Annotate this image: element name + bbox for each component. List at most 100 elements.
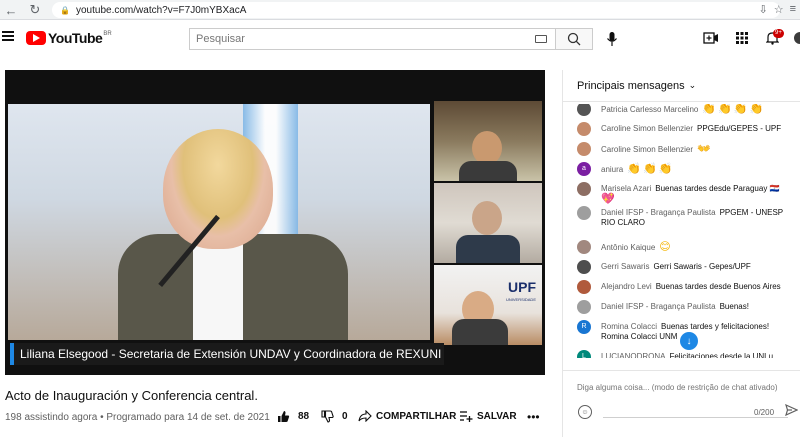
chat-message-body: aniura 👏👏👏 bbox=[601, 164, 674, 176]
chat-text: Buenas tardes desde Buenos Aires bbox=[655, 282, 781, 291]
chat-author[interactable]: Daniel IFSP - Bragança Paulista bbox=[601, 302, 716, 311]
avatar[interactable] bbox=[577, 142, 591, 156]
chat-message[interactable]: Daniel IFSP - Bragança Paulista PPGEM - U… bbox=[577, 206, 787, 228]
chat-mode-selector[interactable]: Principais mensagens ⌄ bbox=[563, 70, 800, 102]
youtube-logo[interactable]: YouTube BR bbox=[26, 30, 112, 46]
speaker-shirt bbox=[193, 234, 243, 340]
avatar[interactable] bbox=[577, 182, 591, 196]
live-chat-panel: Principais mensagens ⌄ Patricia Carlesso… bbox=[562, 70, 800, 437]
chat-message[interactable]: Marisela Azari Buenas tardes desde Paragu… bbox=[577, 182, 787, 205]
chat-author[interactable]: LUCIANODRONA bbox=[601, 352, 665, 358]
speaker-caption: Liliana Elsegood - Secretaria de Extensi… bbox=[10, 343, 444, 365]
chat-author[interactable]: Caroline Simon Bellenzier bbox=[601, 145, 693, 154]
voice-search-button[interactable] bbox=[604, 30, 620, 48]
youtube-play-icon bbox=[26, 31, 46, 45]
char-count: 0/200 bbox=[754, 408, 775, 417]
chat-message[interactable]: Caroline Simon Bellenzier PPGEdu/GEPES - … bbox=[577, 122, 787, 136]
menu-icon[interactable] bbox=[2, 31, 14, 41]
chat-input-placeholder[interactable]: Diga alguma coisa... (modo de restrição … bbox=[577, 383, 778, 392]
save-label: SALVAR bbox=[477, 410, 517, 422]
chat-author[interactable]: Antônio Kaique bbox=[601, 243, 655, 252]
create-video-button[interactable] bbox=[703, 30, 719, 46]
install-icon[interactable]: ⇩ bbox=[758, 3, 767, 16]
avatar[interactable]: L bbox=[577, 350, 591, 358]
participant-body bbox=[456, 235, 520, 263]
microphone-icon bbox=[607, 32, 617, 46]
avatar[interactable]: R bbox=[577, 320, 591, 334]
upf-logo: UPF bbox=[508, 279, 536, 295]
send-icon bbox=[785, 403, 799, 417]
chat-author[interactable]: Romina Colacci bbox=[601, 322, 657, 331]
reload-icon[interactable]: ↻ bbox=[26, 1, 44, 19]
chevron-down-icon: ⌄ bbox=[688, 80, 697, 90]
more-actions-button[interactable]: ••• bbox=[527, 410, 540, 424]
chat-input-area: Diga alguma coisa... (modo de restrição … bbox=[563, 370, 800, 437]
chat-message[interactable]: Alejandro Levi Buenas tardes desde Buenos… bbox=[577, 280, 787, 294]
chat-message[interactable]: Antônio Kaique 😊 bbox=[577, 240, 787, 254]
chat-message[interactable]: Daniel IFSP - Bragança Paulista Buenas! bbox=[577, 300, 787, 314]
avatar[interactable] bbox=[577, 240, 591, 254]
chat-author[interactable]: aniura bbox=[601, 165, 623, 174]
video-camera-plus-icon bbox=[703, 32, 718, 44]
main-speaker-feed bbox=[8, 104, 430, 340]
share-button[interactable]: COMPARTILHAR bbox=[358, 410, 456, 422]
emoji-picker-button[interactable]: ☺ bbox=[578, 405, 592, 419]
notification-count-badge: 9+ bbox=[773, 29, 784, 38]
chat-text: Buenas! bbox=[719, 302, 749, 311]
account-avatar[interactable] bbox=[792, 30, 800, 46]
chat-message[interactable]: Gerri Sawaris Gerri Sawaris - Gepes/UPF bbox=[577, 260, 787, 274]
chat-message-list[interactable]: Patricia Carlesso Marcelino 👏👏👏👏 Caroline … bbox=[563, 104, 800, 358]
search-input[interactable] bbox=[196, 33, 516, 45]
reading-list-icon[interactable]: ≡ bbox=[790, 3, 796, 16]
search-button[interactable] bbox=[555, 28, 593, 50]
chat-emoji: 💖 bbox=[601, 193, 617, 205]
thumbs-up-icon bbox=[278, 411, 290, 422]
avatar[interactable] bbox=[577, 280, 591, 294]
chat-emoji: 👏👏👏👏 bbox=[702, 104, 766, 115]
share-label: COMPARTILHAR bbox=[376, 410, 457, 422]
chat-message-body: Antônio Kaique 😊 bbox=[601, 242, 673, 254]
address-bar[interactable]: 🔒 youtube.com/watch?v=F7J0mYBXacA bbox=[52, 2, 780, 18]
dislike-button[interactable]: 0 bbox=[321, 410, 348, 423]
chat-message[interactable]: a aniura 👏👏👏 bbox=[577, 162, 787, 176]
chat-text-continued: RIO CLARO bbox=[601, 218, 646, 227]
avatar[interactable] bbox=[577, 104, 591, 116]
chat-text: Gerri Sawaris - Gepes/UPF bbox=[653, 262, 751, 271]
chat-author[interactable]: Marisela Azari bbox=[601, 184, 651, 193]
more-horizontal-icon: ••• bbox=[527, 410, 540, 424]
participant-thumbnail-1 bbox=[434, 101, 542, 181]
participant-face bbox=[472, 201, 502, 235]
avatar[interactable] bbox=[577, 260, 591, 274]
apps-button[interactable] bbox=[734, 30, 750, 46]
avatar[interactable]: a bbox=[577, 162, 591, 176]
participant-body bbox=[459, 161, 517, 181]
chat-message-body: LUCIANODRONA Felicitaciones desde la UNLu bbox=[601, 352, 773, 358]
lock-icon: 🔒 bbox=[60, 5, 70, 15]
avatar[interactable] bbox=[577, 206, 591, 220]
avatar[interactable] bbox=[577, 300, 591, 314]
avatar[interactable] bbox=[577, 122, 591, 136]
chat-author[interactable]: Daniel IFSP - Bragança Paulista bbox=[601, 208, 716, 217]
back-arrow-icon[interactable]: ← bbox=[2, 1, 20, 19]
chat-author[interactable]: Caroline Simon Bellenzier bbox=[601, 124, 693, 133]
keyboard-icon[interactable] bbox=[535, 35, 547, 43]
chat-author[interactable]: Patricia Carlesso Marcelino bbox=[601, 105, 698, 114]
chat-message-body: Alejandro Levi Buenas tardes desde Buenos… bbox=[601, 282, 781, 294]
chat-message[interactable]: L LUCIANODRONA Felicitaciones desde la UNL… bbox=[577, 350, 787, 358]
bookmark-star-icon[interactable]: ☆ bbox=[774, 3, 784, 16]
browser-toolbar: ← ↻ 🔒 youtube.com/watch?v=F7J0mYBXacA ⇩ … bbox=[0, 0, 800, 20]
chat-message[interactable]: Caroline Simon Bellenzier 👐 bbox=[577, 142, 787, 156]
chat-author[interactable]: Alejandro Levi bbox=[601, 282, 652, 291]
arrow-down-icon: ↓ bbox=[686, 335, 692, 347]
avatar-icon bbox=[794, 32, 800, 44]
send-button[interactable] bbox=[785, 403, 799, 418]
save-button[interactable]: SALVAR bbox=[459, 410, 517, 422]
scroll-to-bottom-button[interactable]: ↓ bbox=[680, 332, 698, 350]
chat-emoji: 👏👏👏 bbox=[627, 163, 675, 175]
chat-author[interactable]: Gerri Sawaris bbox=[601, 262, 649, 271]
chat-message-body: Caroline Simon Bellenzier 👐 bbox=[601, 144, 713, 156]
playlist-add-icon bbox=[460, 411, 473, 422]
like-button[interactable]: 88 bbox=[277, 410, 309, 423]
thumbs-down-icon bbox=[321, 410, 334, 423]
chat-message[interactable]: Patricia Carlesso Marcelino 👏👏👏👏 bbox=[577, 104, 787, 116]
